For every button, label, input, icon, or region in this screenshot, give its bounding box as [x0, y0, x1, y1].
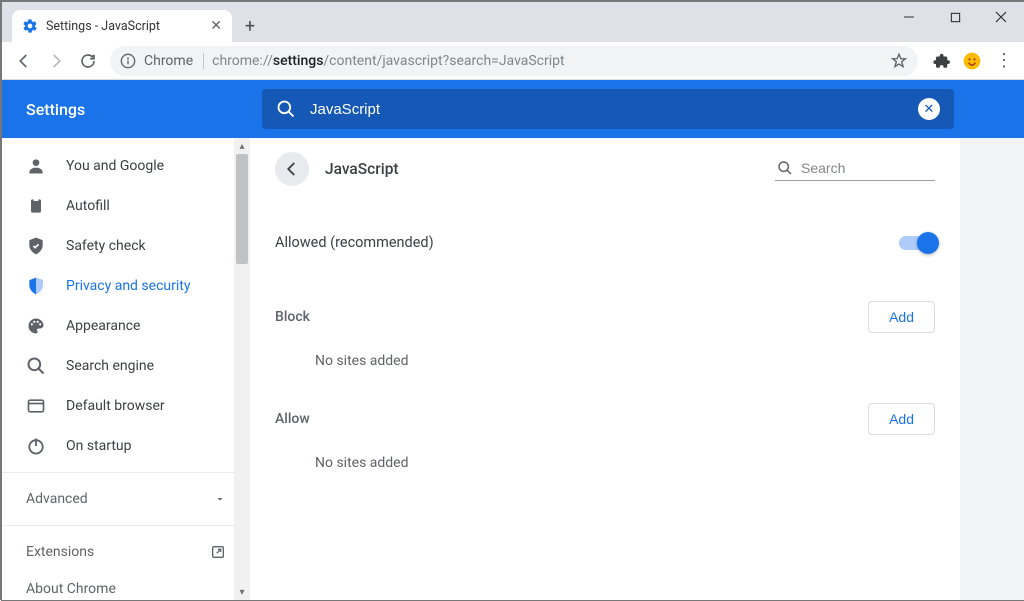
shield-icon — [26, 276, 46, 296]
block-empty-text: No sites added — [275, 343, 935, 393]
right-gutter — [960, 138, 1024, 600]
allowed-row: Allowed (recommended) — [275, 220, 935, 265]
shield-check-icon — [26, 236, 46, 256]
gear-icon — [22, 18, 38, 34]
allow-empty-text: No sites added — [275, 445, 935, 495]
sidebar-item-privacy-security[interactable]: Privacy and security — [2, 266, 250, 306]
scroll-thumb[interactable] — [236, 154, 248, 264]
reload-button[interactable] — [72, 45, 104, 77]
settings-header: Settings ✕ — [2, 80, 1024, 138]
back-button[interactable] — [8, 45, 40, 77]
omnibox[interactable]: Chrome chrome://settings/content/javascr… — [110, 46, 918, 76]
chrome-menu-button[interactable]: ⋮ — [990, 50, 1018, 71]
tab-title: Settings - JavaScript — [46, 19, 160, 34]
page-search[interactable] — [775, 158, 935, 181]
clipboard-icon — [26, 196, 46, 216]
settings-title: Settings — [2, 100, 262, 119]
browser-toolbar: Chrome chrome://settings/content/javascr… — [2, 42, 1024, 80]
settings-main: JavaScript Allowed (recommended) Block A… — [250, 138, 960, 600]
sidebar-item-default-browser[interactable]: Default browser — [2, 386, 250, 426]
sidebar-extensions-label: Extensions — [26, 544, 94, 560]
clear-search-icon[interactable]: ✕ — [918, 98, 940, 120]
allow-label: Allow — [275, 411, 310, 427]
settings-search-input[interactable] — [310, 101, 904, 118]
sidebar-item-label: On startup — [66, 438, 132, 454]
page-back-button[interactable] — [275, 152, 309, 186]
chevron-down-icon — [214, 493, 226, 505]
sidebar-about-label: About Chrome — [26, 581, 116, 597]
page-title: JavaScript — [325, 160, 399, 178]
bookmark-star-icon[interactable] — [890, 52, 908, 70]
search-icon — [276, 99, 296, 119]
sidebar-item-label: Appearance — [66, 318, 140, 334]
sidebar-item-label: Default browser — [66, 398, 165, 414]
power-icon — [26, 436, 46, 456]
sidebar-scrollbar[interactable]: ▴ ▾ — [234, 138, 250, 600]
sidebar-item-you-and-google[interactable]: You and Google — [2, 146, 250, 186]
window-titlebar: Settings - JavaScript ✕ + — [2, 2, 1024, 42]
sidebar-item-on-startup[interactable]: On startup — [2, 426, 250, 466]
sidebar-about-chrome[interactable]: About Chrome — [2, 572, 250, 600]
extension-icon[interactable] — [958, 47, 986, 75]
settings-app: Settings ✕ You and Google Autofill Safet… — [2, 80, 1024, 600]
allow-section-header: Allow Add — [275, 393, 935, 445]
close-tab-icon[interactable]: ✕ — [210, 18, 222, 34]
sidebar-item-appearance[interactable]: Appearance — [2, 306, 250, 346]
sidebar-extensions[interactable]: Extensions — [2, 532, 250, 572]
person-icon — [26, 156, 46, 176]
sidebar-item-search-engine[interactable]: Search engine — [2, 346, 250, 386]
settings-sidebar: You and Google Autofill Safety check Pri… — [2, 138, 250, 600]
block-section-header: Block Add — [275, 291, 935, 343]
block-label: Block — [275, 309, 310, 325]
scroll-down-arrow[interactable]: ▾ — [234, 584, 250, 600]
browser-tab[interactable]: Settings - JavaScript ✕ — [12, 10, 232, 42]
sidebar-item-label: Safety check — [66, 238, 146, 254]
page-search-input[interactable] — [801, 160, 933, 176]
sidebar-item-autofill[interactable]: Autofill — [2, 186, 250, 226]
extensions-puzzle-icon[interactable] — [928, 47, 956, 75]
minimize-button[interactable] — [886, 2, 932, 32]
maximize-button[interactable] — [932, 2, 978, 32]
allowed-label: Allowed (recommended) — [275, 234, 434, 251]
browser-window-icon — [26, 396, 46, 416]
magnifier-icon — [26, 356, 46, 376]
settings-search-box[interactable]: ✕ — [262, 89, 954, 129]
site-info-icon[interactable] — [120, 53, 136, 69]
allow-add-button[interactable]: Add — [868, 403, 935, 435]
chrome-scheme-label: Chrome — [144, 53, 204, 69]
javascript-toggle[interactable] — [899, 236, 935, 250]
url-text: chrome://settings/content/javascript?sea… — [212, 53, 564, 69]
new-tab-button[interactable]: + — [236, 12, 264, 40]
sidebar-item-label: Search engine — [66, 358, 154, 374]
close-window-button[interactable] — [978, 2, 1024, 32]
scroll-up-arrow[interactable]: ▴ — [234, 138, 250, 154]
palette-icon — [26, 316, 46, 336]
sidebar-separator — [2, 525, 250, 526]
sidebar-item-label: Privacy and security — [66, 278, 190, 294]
sidebar-item-safety-check[interactable]: Safety check — [2, 226, 250, 266]
search-icon — [777, 160, 793, 176]
forward-button[interactable] — [40, 45, 72, 77]
block-add-button[interactable]: Add — [868, 301, 935, 333]
window-controls — [886, 2, 1024, 36]
extensions-area — [924, 47, 990, 75]
sidebar-advanced[interactable]: Advanced — [2, 479, 250, 519]
sidebar-item-label: Autofill — [66, 198, 110, 214]
sidebar-advanced-label: Advanced — [26, 491, 88, 507]
external-link-icon — [210, 544, 226, 560]
sidebar-item-label: You and Google — [66, 158, 164, 174]
sidebar-separator — [2, 472, 250, 473]
